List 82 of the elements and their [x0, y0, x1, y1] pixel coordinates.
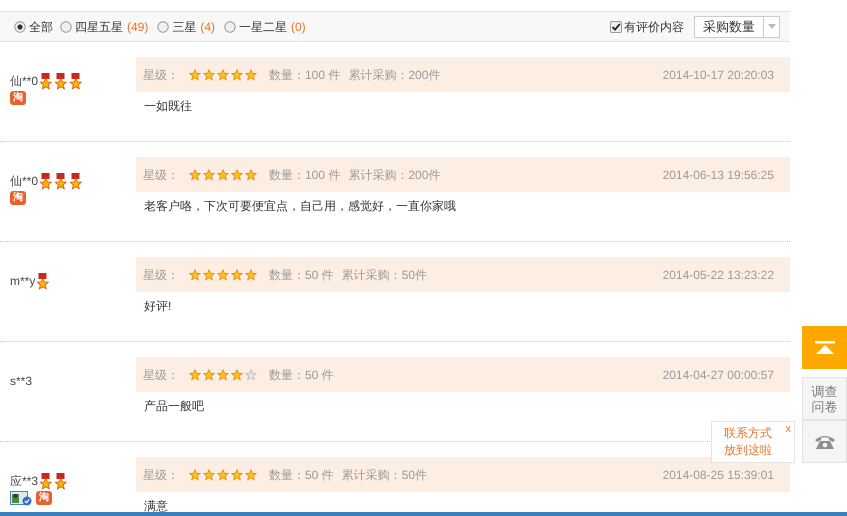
rating-label: 星级：: [143, 266, 179, 284]
medal-icon: [53, 173, 68, 190]
review-date: 2014-04-27 00:00:57: [662, 366, 775, 384]
star-icon: [231, 168, 245, 180]
rating-label: 星级：: [143, 466, 179, 484]
user-name: 应**3: [10, 473, 38, 490]
taobao-badge: 淘: [10, 91, 26, 105]
star-icon: [203, 68, 217, 80]
review-count: (49): [127, 18, 148, 36]
quantity-text: 数量：100 件: [269, 66, 340, 84]
star-icon: [217, 68, 231, 80]
total-purchase-text: 累计采购：200件: [348, 66, 440, 84]
star-icon: [203, 268, 217, 280]
sort-dropdown[interactable]: 采购数量: [694, 16, 780, 38]
review-date: 2014-10-17 20:20:03: [662, 66, 775, 84]
review-comment: 老客户咯，下次可要便宜点，自己用，感觉好，一直你家哦: [143, 198, 457, 213]
review-comment: 满意: [143, 498, 169, 513]
total-purchase-text: 累计采购：50件: [342, 466, 428, 484]
review-date: 2014-08-25 15:39:01: [662, 466, 775, 484]
survey-button[interactable]: 调查问卷: [802, 377, 847, 420]
star-icon: [217, 368, 231, 380]
radio-option[interactable]: 全部: [14, 18, 53, 36]
phone-icon: [814, 434, 836, 450]
caret-icon: [768, 24, 776, 29]
up-arrow-icon: [814, 340, 834, 354]
radio-option[interactable]: 三星: [157, 18, 196, 36]
star-icon: [189, 268, 203, 280]
star-icon: [231, 68, 245, 80]
star-icon: [189, 468, 203, 480]
medal-icon: [35, 273, 50, 290]
star-icon: [245, 168, 259, 180]
quantity-text: 数量：100 件: [269, 166, 340, 184]
star-icon: [189, 168, 203, 180]
rating-label: 星级：: [143, 166, 179, 184]
review-comment: 好评!: [143, 298, 172, 313]
review-count: (4): [200, 18, 216, 36]
medal-icon: [68, 173, 84, 190]
medal-icon: [68, 73, 84, 90]
review-count: (0): [291, 18, 306, 36]
review-comment: 产品一般吧: [143, 398, 205, 413]
user-name: s**3: [10, 373, 32, 390]
back-to-top-button[interactable]: [802, 326, 847, 369]
quantity-text: 数量：50 件: [269, 466, 334, 484]
radio-option[interactable]: 四星五星: [60, 18, 123, 36]
medal-icon: [38, 473, 54, 490]
user-name: 仙**0: [10, 73, 38, 90]
star-icon: [203, 368, 217, 380]
medal-icon: [53, 473, 68, 490]
star-icon: [203, 168, 217, 180]
review-comment: 一如既往: [143, 98, 193, 113]
rating-label: 星级：: [143, 66, 179, 84]
star-icon: [189, 68, 203, 80]
total-purchase-text: 累计采购：50件: [342, 266, 428, 284]
star-icon: [203, 468, 217, 480]
review-date: 2014-05-22 13:23:22: [662, 266, 775, 284]
user-name: m**y: [10, 273, 36, 290]
tooltip-text: 联系方式放到这啦: [724, 425, 773, 459]
star-icon: [231, 368, 245, 380]
verified-icon: [10, 491, 32, 506]
medal-icon: [38, 73, 54, 90]
star-icon: [231, 468, 245, 480]
content-checkbox[interactable]: 有评价内容: [610, 18, 684, 36]
total-purchase-text: 累计采购：200件: [348, 166, 440, 184]
star-icon: [231, 268, 245, 280]
medal-icon: [38, 173, 54, 190]
phone-button[interactable]: [802, 420, 847, 463]
star-icon: [245, 68, 259, 80]
star-icon: [217, 268, 231, 280]
star-icon: [217, 468, 231, 480]
medal-icon: [53, 73, 68, 90]
star-icon: [245, 468, 259, 480]
rating-label: 星级：: [143, 366, 179, 384]
star-icon: [189, 368, 203, 380]
star-icon: [245, 268, 259, 280]
quantity-text: 数量：50 件: [269, 366, 334, 384]
quantity-text: 数量：50 件: [269, 266, 334, 284]
radio-option[interactable]: 一星二星: [224, 18, 288, 36]
review-date: 2014-06-13 19:56:25: [662, 166, 775, 184]
user-name: 仙**0: [10, 173, 38, 190]
star-icon: [217, 168, 231, 180]
taobao-badge: 淘: [36, 491, 52, 505]
taobao-badge: 淘: [10, 191, 26, 205]
